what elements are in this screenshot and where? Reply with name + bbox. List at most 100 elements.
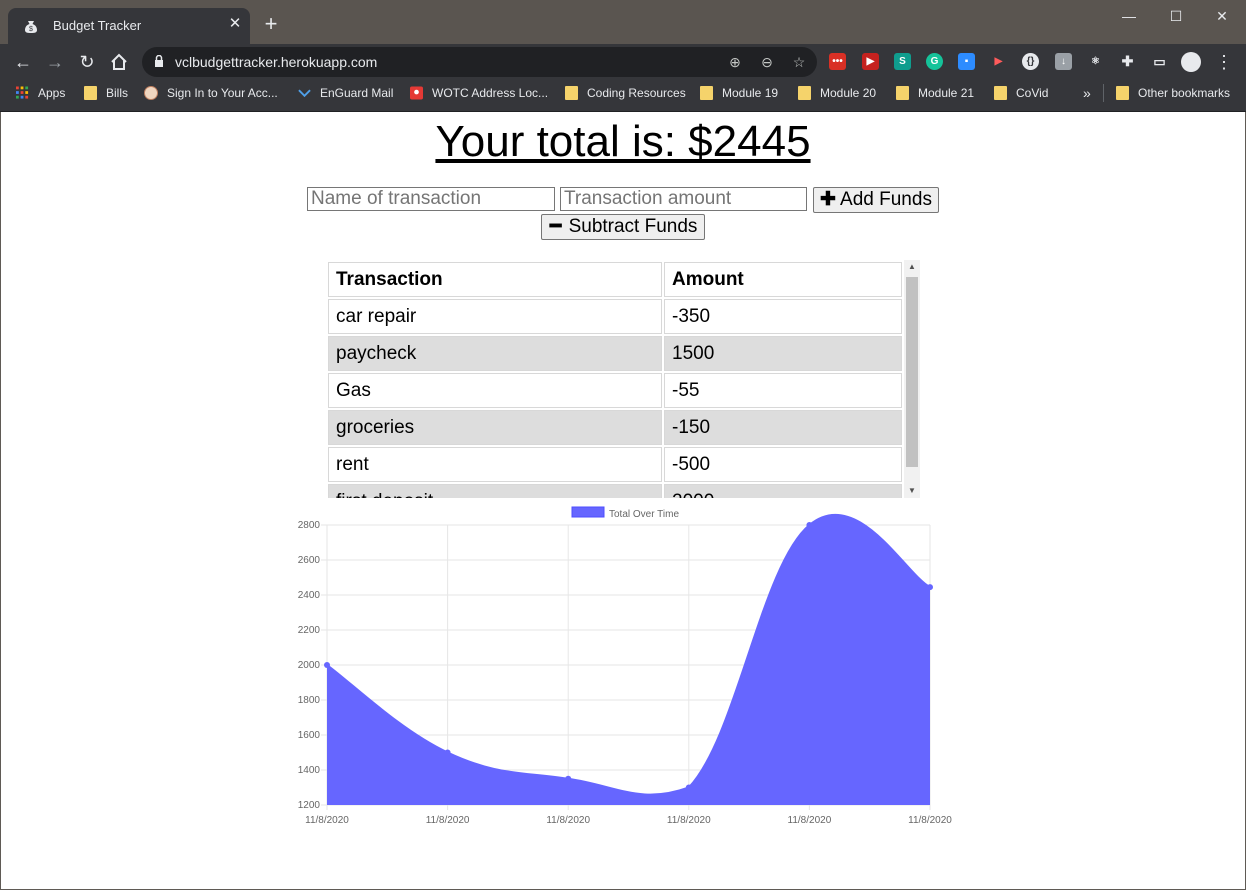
x-tick-label: 11/8/2020 — [426, 815, 470, 826]
bookmark-apps[interactable]: Apps — [16, 80, 65, 111]
extension-s-icon[interactable]: S — [894, 53, 911, 70]
bookmark-coding-resources[interactable]: Coding Resources — [565, 80, 686, 111]
close-window-icon[interactable]: ✕ — [1199, 6, 1245, 26]
transaction-amount-cell: -500 — [664, 447, 902, 482]
y-tick-label: 1600 — [298, 730, 321, 741]
table-row: groceries -150 — [328, 410, 902, 445]
folder-icon — [700, 86, 713, 100]
extension-grammarly-icon[interactable]: G — [926, 53, 943, 70]
map-pin-icon — [410, 86, 423, 100]
bookmark-label: Coding Resources — [587, 86, 686, 100]
profile-avatar[interactable] — [1181, 52, 1201, 72]
forward-icon[interactable]: → — [45, 52, 65, 72]
x-tick-label: 11/8/2020 — [908, 815, 952, 826]
tab-strip: $ Budget Tracker ✕ + — ☐ ✕ — [0, 0, 1246, 44]
minimize-icon[interactable]: — — [1106, 6, 1152, 26]
new-tab-icon[interactable]: + — [261, 13, 281, 35]
y-tick-label: 1800 — [298, 695, 321, 706]
bookmark-module-19[interactable]: Module 19 — [700, 80, 778, 111]
header-transaction: Transaction — [328, 262, 662, 297]
folder-icon — [798, 86, 811, 100]
extension-zoom-icon[interactable]: ▪ — [958, 53, 975, 70]
tab-budget-tracker[interactable]: $ Budget Tracker ✕ — [8, 8, 250, 44]
money-bag-icon: $ — [25, 21, 37, 33]
y-tick-label: 1400 — [298, 765, 321, 776]
back-icon[interactable]: ← — [13, 52, 33, 72]
bookmark-sign-in[interactable]: Sign In to Your Acc... — [144, 80, 278, 111]
transaction-name-cell: first deposit — [328, 484, 662, 498]
plus-icon: ✚ — [820, 189, 836, 210]
table-row: rent -500 — [328, 447, 902, 482]
transaction-amount-cell: -55 — [664, 373, 902, 408]
y-tick-label: 2400 — [298, 590, 321, 601]
bookmark-label: Module 21 — [918, 86, 975, 100]
total-over-time-chart: 1200 1400 1600 1800 2000 2200 2400 2600 2800 11/8… — [298, 506, 952, 826]
bookmarks-divider — [1103, 84, 1104, 102]
add-funds-button[interactable]: ✚ Add Funds — [813, 187, 939, 213]
bookmark-label: WOTC Address Loc... — [432, 86, 549, 100]
site-icon — [144, 86, 158, 100]
total-heading: Your total is: $2445 — [435, 117, 811, 166]
transactions-table-container[interactable]: Transaction Amount car repair -350 payche… — [326, 260, 920, 498]
address-bar[interactable]: vclbudgettracker.herokuapp.com ⊕ ⊖ ☆ — [142, 47, 817, 77]
folder-icon — [84, 86, 97, 100]
table-row: car repair -350 — [328, 299, 902, 334]
transaction-name-cell: car repair — [328, 299, 662, 334]
extension-download-icon[interactable]: ↓ — [1055, 53, 1072, 70]
data-point — [685, 784, 692, 791]
area-series-total — [327, 514, 930, 805]
mail-icon — [298, 89, 311, 98]
svg-text:$: $ — [29, 26, 33, 33]
more-bookmarks-button[interactable]: » — [1083, 80, 1091, 111]
transaction-amount-input[interactable] — [560, 187, 807, 211]
cast-icon[interactable]: ▭ — [1151, 53, 1168, 70]
extension-lastpass-icon[interactable]: ••• — [829, 53, 846, 70]
home-icon[interactable] — [109, 52, 129, 72]
bookmark-module-20[interactable]: Module 20 — [798, 80, 876, 111]
extensions-puzzle-icon[interactable]: ✚ — [1119, 53, 1136, 70]
bookmark-label: Bills — [106, 86, 129, 100]
bookmark-enguard-mail[interactable]: EnGuard Mail — [298, 80, 393, 111]
url-text: vclbudgettracker.herokuapp.com — [175, 54, 378, 70]
bookmark-wotc[interactable]: WOTC Address Loc... — [410, 80, 548, 111]
scrollbar-thumb[interactable] — [906, 277, 918, 467]
transactions-table: Transaction Amount car repair -350 payche… — [326, 260, 904, 498]
folder-icon — [896, 86, 909, 100]
header-amount: Amount — [664, 262, 902, 297]
page-content: Your total is: $2445 ✚Add Funds ━ Subtrac… — [1, 112, 1245, 888]
transaction-amount-cell: 1500 — [664, 336, 902, 371]
extension-record-icon[interactable]: ▶ — [990, 53, 1007, 70]
transaction-name-input[interactable] — [307, 187, 555, 211]
other-bookmarks[interactable]: Other bookmarks — [1116, 80, 1230, 111]
folder-icon — [1116, 86, 1129, 100]
legend-swatch — [571, 506, 605, 518]
maximize-icon[interactable]: ☐ — [1153, 6, 1199, 26]
transaction-amount-cell: 2000 — [664, 484, 902, 498]
data-point — [565, 775, 572, 782]
scroll-up-arrow-icon[interactable]: ▲ — [904, 260, 920, 274]
close-tab-icon[interactable]: ✕ — [226, 15, 244, 33]
data-point — [806, 522, 813, 528]
bookmarks-bar: Apps Bills Sign In to Your Acc... EnGuar… — [0, 80, 1246, 112]
table-scrollbar[interactable]: ▲ ▼ — [904, 260, 920, 498]
subtract-funds-button[interactable]: ━ Subtract Funds — [541, 214, 705, 240]
reload-icon[interactable]: ↻ — [77, 52, 97, 72]
extension-video-icon[interactable]: ▶ — [862, 53, 879, 70]
data-point — [324, 662, 330, 668]
zoom-icon[interactable]: ⊖ — [759, 54, 775, 70]
bookmark-label: Module 19 — [722, 86, 779, 100]
install-app-icon[interactable]: ⊕ — [727, 54, 743, 70]
extension-json-icon[interactable]: {} — [1022, 53, 1039, 70]
extension-react-icon[interactable]: ⚛ — [1087, 53, 1104, 70]
minus-icon: ━ — [549, 216, 562, 237]
bookmark-module-21[interactable]: Module 21 — [896, 80, 974, 111]
y-tick-label: 1200 — [298, 800, 321, 811]
scroll-down-arrow-icon[interactable]: ▼ — [904, 484, 920, 498]
bookmark-covid[interactable]: CoVid — [994, 80, 1048, 111]
transaction-amount-cell: -350 — [664, 299, 902, 334]
bookmark-star-icon[interactable]: ☆ — [791, 54, 807, 70]
browser-menu-icon[interactable]: ⋮ — [1215, 52, 1233, 72]
bookmark-bills[interactable]: Bills — [84, 80, 128, 111]
y-tick-label: 2600 — [298, 555, 321, 566]
bookmark-label: Sign In to Your Acc... — [167, 86, 278, 100]
